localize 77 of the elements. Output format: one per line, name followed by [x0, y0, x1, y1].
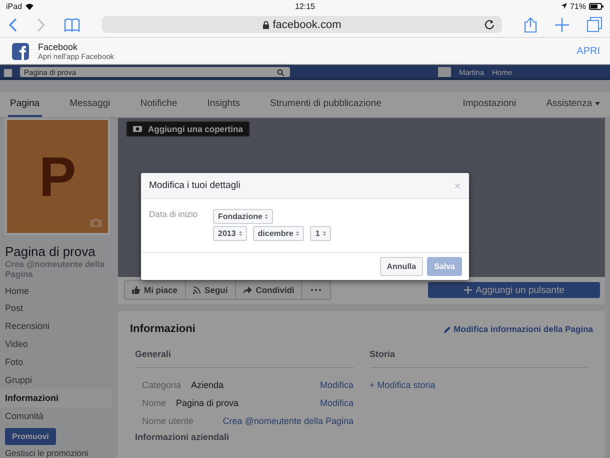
section-heading: Storia: [370, 349, 588, 368]
updown-icon: [322, 231, 326, 236]
sidebar-item[interactable]: Video: [0, 335, 112, 354]
location-icon: [560, 3, 567, 9]
follow-button[interactable]: Segui: [186, 281, 236, 300]
device-name: iPad: [6, 2, 22, 10]
username-link[interactable]: Crea @nomeutente della Pagina: [222, 416, 354, 426]
add-cover-button[interactable]: Aggiungi una copertina: [126, 120, 250, 136]
tabs-icon[interactable]: [587, 17, 602, 32]
open-app-link[interactable]: APRI: [576, 46, 600, 57]
profile-picture: P: [5, 118, 110, 235]
page-name: Pagina di prova: [5, 244, 96, 259]
back-icon[interactable]: [8, 18, 18, 32]
manage-promotions-link[interactable]: Gestisci le promozioni: [5, 448, 112, 458]
avatar: [438, 67, 451, 77]
page-tab[interactable]: Assistenza: [544, 92, 602, 117]
share-button[interactable]: Condividi: [236, 281, 302, 300]
field-label: Nome utente: [142, 416, 194, 426]
field-label: Data di inizio: [149, 209, 199, 221]
sidebar-item[interactable]: Foto: [0, 353, 112, 372]
sidebar-item[interactable]: Recensioni: [0, 317, 112, 336]
camera-icon: [133, 125, 142, 132]
battery-icon: [589, 2, 604, 10]
sidebar-item[interactable]: Post: [0, 300, 112, 318]
updown-icon: [238, 231, 242, 236]
cancel-button[interactable]: Annulla: [380, 257, 424, 276]
wifi-icon: [25, 2, 34, 10]
bookmarks-icon[interactable]: [64, 18, 80, 32]
forward-icon[interactable]: [36, 18, 46, 32]
clock: 12:15: [294, 2, 316, 10]
search-icon[interactable]: [277, 68, 284, 76]
edit-story-link[interactable]: + Modifica storia: [370, 376, 588, 394]
dropdown[interactable]: 1: [310, 226, 331, 241]
field-label: Nome: [142, 398, 166, 408]
reload-icon[interactable]: [484, 19, 495, 30]
dropdown[interactable]: 2013: [213, 226, 247, 241]
sidebar-item[interactable]: Home: [0, 282, 112, 300]
plus-icon[interactable]: [555, 18, 569, 32]
add-button[interactable]: Aggiungi un pulsante: [428, 282, 600, 298]
section-title: Informazioni: [130, 323, 196, 335]
edit-link[interactable]: Modifica: [320, 380, 354, 390]
dropdown[interactable]: Fondazione: [213, 209, 274, 224]
app-logo-icon: [12, 43, 29, 60]
edit-info-link[interactable]: Modifica informazioni della Pagina: [444, 324, 593, 334]
dropdown[interactable]: dicembre: [252, 226, 304, 241]
thumbs-up-icon: [132, 286, 140, 294]
section-heading: Informazioni aziendali: [135, 432, 230, 444]
address-bar[interactable]: facebook.com: [102, 16, 502, 33]
rss-icon: [192, 286, 201, 294]
updown-icon: [296, 231, 300, 236]
more-icon: [311, 289, 322, 292]
page-tab[interactable]: Messaggi: [68, 92, 112, 117]
share-arrow-icon: [242, 286, 252, 294]
page-tab[interactable]: Strumenti di pubblicazione: [268, 92, 384, 117]
promote-button[interactable]: Promuovi: [5, 428, 56, 446]
share-icon[interactable]: [524, 16, 537, 32]
lock-icon: [262, 20, 269, 28]
plus-icon: [464, 286, 472, 294]
logo-icon: [4, 69, 12, 77]
battery-level: 71%: [570, 2, 586, 10]
sidebar-item[interactable]: Informazioni: [0, 389, 112, 408]
app-name: Facebook: [38, 42, 79, 52]
more-button[interactable]: [302, 281, 330, 300]
caret-icon: [595, 102, 600, 106]
page-tab[interactable]: Impostazioni: [460, 92, 518, 117]
pencil-icon: [444, 326, 451, 332]
field-label: Categoria: [142, 380, 182, 390]
updown-icon: [265, 214, 268, 219]
like-button[interactable]: Mi piace: [125, 281, 186, 300]
section-heading: Generali: [135, 349, 354, 368]
edit-link[interactable]: Modifica: [320, 398, 354, 408]
page-tab[interactable]: Insights: [205, 92, 242, 117]
dialog-title: Modifica i tuoi dettagli: [149, 180, 240, 191]
field-value: Azienda: [191, 380, 224, 390]
page-tab[interactable]: Notifiche: [138, 92, 180, 117]
field-value: Pagina di prova: [176, 398, 239, 408]
sidebar-item[interactable]: Comunità: [0, 407, 112, 426]
